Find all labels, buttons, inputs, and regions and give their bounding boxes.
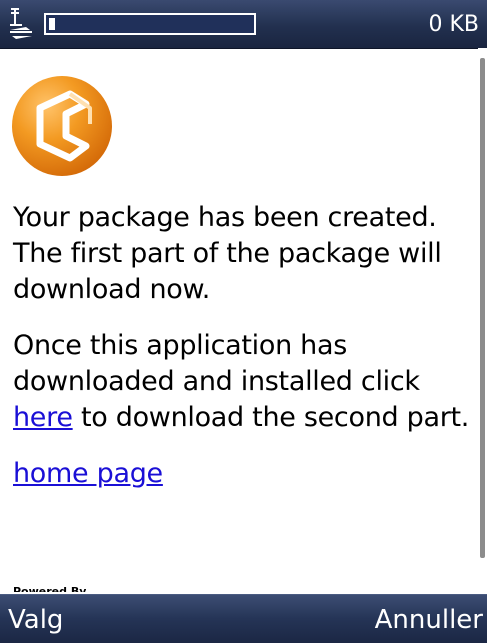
download-progress-bar (44, 13, 256, 35)
downloaded-size-label: 0 KB (428, 12, 479, 37)
home-page-link[interactable]: home page (13, 458, 163, 489)
download-progress-fill (49, 18, 55, 30)
cancel-softkey[interactable]: Annuller (375, 604, 483, 636)
instructions-text-end: to download the second part. (72, 402, 470, 433)
install-instructions-text: Once this application has downloaded and… (13, 328, 473, 436)
orange-app-logo-icon (12, 76, 112, 176)
softkey-bar: Valg Annuller (0, 594, 487, 643)
scrollbar-thumb[interactable] (480, 58, 485, 558)
vertical-scrollbar[interactable] (478, 48, 487, 598)
options-softkey[interactable]: Valg (8, 604, 63, 636)
page-content: Your package has been created. The first… (13, 200, 473, 492)
here-link[interactable]: here (13, 402, 73, 433)
home-page-paragraph: home page (13, 456, 473, 492)
instructions-text-start: Once this application has downloaded and… (13, 330, 420, 397)
status-bar: 0 KB (0, 0, 487, 49)
package-created-text: Your package has been created. The first… (13, 202, 442, 305)
browser-screen: 0 KB Your package has been created. The … (0, 0, 487, 643)
powered-by-text: Powered By (13, 585, 87, 592)
gprs-signal-icon (10, 8, 32, 39)
